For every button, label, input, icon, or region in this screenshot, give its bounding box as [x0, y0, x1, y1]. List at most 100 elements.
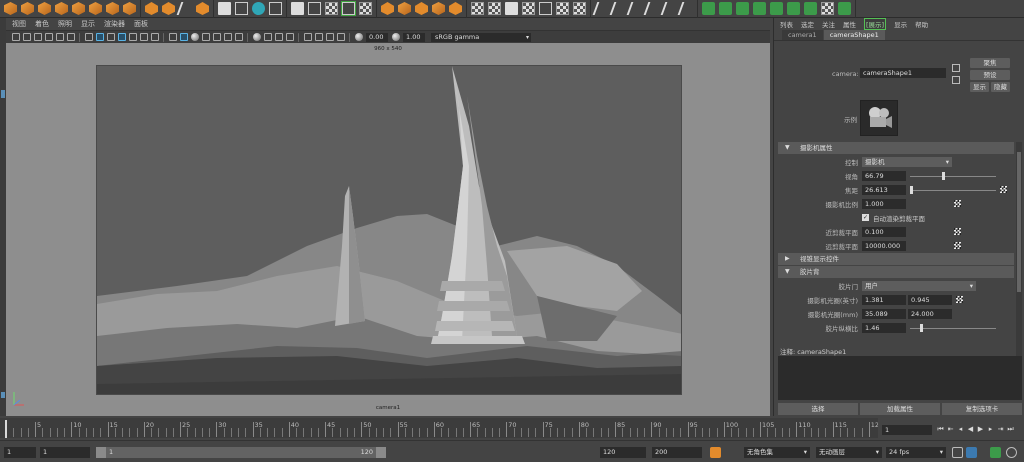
- playback-start-field[interactable]: 1: [40, 447, 90, 458]
- animation-start-field[interactable]: 1: [4, 447, 36, 458]
- playback-end-field[interactable]: 120: [600, 447, 646, 458]
- combine-icon[interactable]: [218, 2, 231, 15]
- presets-button[interactable]: 预设: [970, 70, 1010, 80]
- film-aspect-slider-handle[interactable]: [920, 324, 923, 332]
- pinch-brush-icon[interactable]: [660, 2, 679, 15]
- select-button[interactable]: 选择: [778, 403, 858, 415]
- section-frustum-display[interactable]: 视锥显示控件: [778, 253, 1014, 265]
- super-shape-icon[interactable]: [145, 2, 158, 15]
- range-start-handle[interactable]: [96, 447, 106, 458]
- platonic-icon[interactable]: [123, 2, 136, 15]
- wireframe-icon[interactable]: [168, 33, 177, 41]
- current-frame-field[interactable]: 1: [882, 425, 932, 435]
- tab-camera1[interactable]: camera1: [782, 30, 823, 40]
- gamma-field[interactable]: 1.00: [403, 32, 425, 42]
- controls-select[interactable]: 摄影机: [862, 157, 952, 167]
- map-button-icon[interactable]: [954, 200, 961, 207]
- auto-clip-checkbox[interactable]: ✓: [862, 214, 869, 221]
- anim-layer-select[interactable]: 无动画层: [816, 447, 882, 458]
- viewport-menu-panels[interactable]: 面板: [134, 19, 148, 29]
- plane-icon[interactable]: [89, 2, 102, 15]
- camera-attributes-icon[interactable]: [22, 33, 31, 41]
- grab-brush-icon[interactable]: [643, 2, 662, 15]
- tool-marker-icon[interactable]: [1, 392, 5, 398]
- bevel-icon[interactable]: [415, 2, 428, 15]
- play-backwards-icon[interactable]: ◀: [966, 424, 975, 434]
- insert-loop-icon[interactable]: [488, 2, 501, 15]
- time-slider[interactable]: 5 10 15 20 25 30 35 40 45 50 55 60 65 70 75 80 85 90 95 100…: [0, 418, 883, 438]
- collapse-icon[interactable]: [573, 2, 586, 15]
- cache-playback-icon[interactable]: [966, 447, 977, 458]
- viewport-menu-show[interactable]: 显示: [81, 19, 95, 29]
- character-set-select[interactable]: 无角色集: [744, 447, 810, 458]
- multi-cut-icon[interactable]: [471, 2, 484, 15]
- play-forwards-icon[interactable]: ▶: [976, 424, 985, 434]
- image-plane-icon[interactable]: [44, 33, 53, 41]
- exposure-field[interactable]: 0.00: [366, 32, 388, 42]
- map-button-icon[interactable]: [954, 228, 961, 235]
- target-weld-icon[interactable]: [539, 2, 552, 15]
- ae-menu-show[interactable]: 显示: [894, 19, 907, 29]
- step-forward-key-icon[interactable]: ⇥: [996, 424, 1005, 434]
- map-button-icon[interactable]: [954, 242, 961, 249]
- flatten-brush-icon[interactable]: [677, 2, 696, 15]
- boolean-union-icon[interactable]: [291, 2, 304, 15]
- textured-icon[interactable]: [212, 33, 221, 41]
- star-icon[interactable]: [162, 2, 175, 15]
- hide-button[interactable]: 隐藏: [991, 82, 1010, 92]
- separate-icon[interactable]: [235, 2, 248, 15]
- angle-of-view-slider[interactable]: [910, 176, 996, 177]
- notes-textarea[interactable]: [778, 356, 1022, 400]
- safe-action-icon[interactable]: [139, 33, 148, 41]
- far-clip-field[interactable]: 10000.000: [862, 241, 906, 251]
- depth-of-field-icon[interactable]: [285, 33, 294, 41]
- extrude-icon[interactable]: [381, 2, 394, 15]
- mirror-icon[interactable]: [342, 2, 355, 15]
- field-chart-icon[interactable]: [128, 33, 137, 41]
- sphere-icon[interactable]: [4, 2, 17, 15]
- safe-title-icon[interactable]: [150, 33, 159, 41]
- focus-button[interactable]: 聚焦: [970, 58, 1010, 68]
- uv-auto-icon[interactable]: [753, 2, 766, 15]
- smooth-icon[interactable]: [252, 2, 265, 15]
- viewport-menu-renderer[interactable]: 渲染器: [104, 19, 125, 29]
- cone-icon[interactable]: [55, 2, 68, 15]
- attribute-scrollbar[interactable]: [1016, 142, 1022, 360]
- go-to-start-icon[interactable]: ⏮: [936, 424, 945, 434]
- section-camera-attributes[interactable]: 摄影机属性: [778, 142, 1014, 154]
- bookmark-icon[interactable]: [33, 33, 42, 41]
- ae-menu-show-toggle[interactable]: [展示]: [864, 18, 887, 30]
- default-material-icon[interactable]: [190, 33, 199, 41]
- film-gate-icon[interactable]: [95, 33, 104, 41]
- step-back-key-icon[interactable]: ⇤: [946, 424, 955, 434]
- relax-brush-icon[interactable]: [626, 2, 645, 15]
- grease-pencil-icon[interactable]: [66, 33, 75, 41]
- load-attributes-button[interactable]: 加载属性: [860, 403, 940, 415]
- uv-cylindrical-icon[interactable]: [719, 2, 732, 15]
- color-space-select[interactable]: sRGB gamma: [431, 32, 531, 42]
- smooth-shade-icon[interactable]: [179, 33, 188, 41]
- fps-select[interactable]: 24 fps: [886, 447, 946, 458]
- angle-of-view-field[interactable]: 66.79: [862, 171, 906, 181]
- go-to-end-icon[interactable]: ⏭: [1006, 424, 1015, 434]
- uv-checker-icon[interactable]: [325, 2, 338, 15]
- disc-icon[interactable]: [106, 2, 119, 15]
- ae-menu-focus[interactable]: 关注: [822, 19, 835, 29]
- uv-camera-icon[interactable]: [770, 2, 783, 15]
- node-name-field[interactable]: cameraShape1: [860, 68, 946, 78]
- uv-unfold-icon[interactable]: [787, 2, 800, 15]
- sound-icon[interactable]: [990, 447, 1001, 458]
- wireframe-on-shaded-icon[interactable]: [201, 33, 210, 41]
- offset-loop-icon[interactable]: [505, 2, 518, 15]
- sculpt-brush-icon[interactable]: [592, 2, 611, 15]
- anti-aliasing-icon[interactable]: [274, 33, 283, 41]
- show-button[interactable]: 显示: [970, 82, 989, 92]
- aperture-inches-y-field[interactable]: 0.945: [908, 295, 952, 305]
- map-button-icon[interactable]: [956, 296, 963, 303]
- loop-icon[interactable]: [952, 447, 963, 458]
- film-aspect-field[interactable]: 1.46: [862, 323, 906, 333]
- step-forward-frame-icon[interactable]: ▸: [986, 424, 995, 434]
- viewport-menu-view[interactable]: 视图: [12, 19, 26, 29]
- merge-icon[interactable]: [522, 2, 535, 15]
- map-button-icon[interactable]: [1000, 186, 1007, 193]
